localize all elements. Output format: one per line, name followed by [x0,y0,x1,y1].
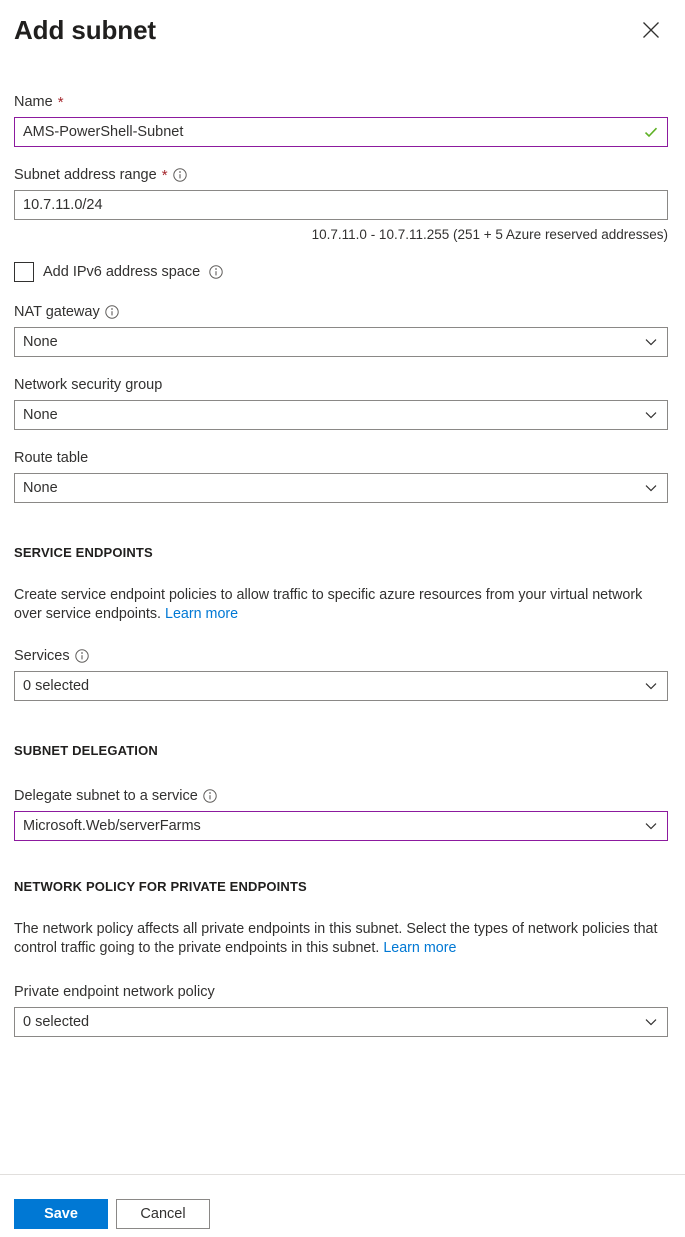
field-name: Name * AMS-PowerShell-Subnet [14,92,669,147]
footer-actions: Save Cancel [14,1199,210,1229]
delegate-subnet-value: Microsoft.Web/serverFarms [23,818,201,834]
info-icon[interactable] [209,265,223,279]
form-body: Name * AMS-PowerShell-Subnet Subnet addr… [0,92,685,1037]
name-label: Name * [14,92,669,112]
route-table-select[interactable]: None [14,473,668,503]
private-endpoint-policy-label-text: Private endpoint network policy [14,984,215,1000]
nat-gateway-label-text: NAT gateway [14,304,100,320]
delegate-subnet-select[interactable]: Microsoft.Web/serverFarms [14,811,668,841]
nat-gateway-select[interactable]: None [14,327,668,357]
network-security-group-label: Network security group [14,375,669,395]
close-icon [642,21,660,39]
nat-gateway-value: None [23,334,58,350]
add-ipv6-checkbox-row[interactable]: Add IPv6 address space [14,262,669,282]
info-icon[interactable] [74,649,89,663]
field-services: Services 0 selected [14,646,669,701]
field-address-range: Subnet address range * 10.7.11.0/24 10.7… [14,165,669,244]
address-range-input-value: 10.7.11.0/24 [23,197,103,213]
private-endpoint-policy-label: Private endpoint network policy [14,982,669,1002]
chevron-down-icon [643,407,659,423]
required-asterisk: * [57,94,64,111]
network-policy-description: The network policy affects all private e… [14,920,666,958]
service-endpoints-description: Create service endpoint policies to allo… [14,586,666,624]
learn-more-link-network-policy[interactable]: Learn more [383,940,456,956]
close-button[interactable] [635,14,667,46]
services-select[interactable]: 0 selected [14,671,668,701]
delegate-subnet-label-text: Delegate subnet to a service [14,788,198,804]
required-asterisk: * [161,167,168,184]
address-range-input[interactable]: 10.7.11.0/24 [14,190,668,220]
services-label: Services [14,646,669,666]
add-ipv6-label: Add IPv6 address space [43,264,201,280]
nat-gateway-label: NAT gateway [14,302,669,322]
network-security-group-label-text: Network security group [14,377,163,393]
add-subnet-blade: Add subnet Name * AMS-PowerShell-Subnet [0,0,685,1237]
address-range-label: Subnet address range * [14,165,669,185]
chevron-down-icon [643,818,659,834]
services-label-text: Services [14,648,70,664]
field-route-table: Route table None [14,448,669,503]
chevron-down-icon [643,678,659,694]
field-private-endpoint-policy: Private endpoint network policy 0 select… [14,982,669,1037]
save-button[interactable]: Save [14,1199,108,1229]
field-network-security-group: Network security group None [14,375,669,430]
cancel-button[interactable]: Cancel [116,1199,210,1229]
learn-more-link-service-endpoints[interactable]: Learn more [165,606,238,622]
address-range-label-text: Subnet address range [14,167,157,183]
valid-check-icon [643,124,659,140]
info-icon[interactable] [172,168,187,182]
section-heading-service-endpoints: SERVICE ENDPOINTS [14,545,153,560]
info-icon[interactable] [105,305,119,319]
route-table-value: None [23,480,58,496]
private-endpoint-policy-value: 0 selected [23,1014,90,1030]
section-heading-subnet-delegation: SUBNET DELEGATION [14,743,158,758]
info-icon[interactable] [203,789,217,803]
name-input-value: AMS-PowerShell-Subnet [23,124,184,140]
name-input[interactable]: AMS-PowerShell-Subnet [14,117,668,147]
chevron-down-icon [643,334,659,350]
add-ipv6-checkbox[interactable] [14,262,34,282]
service-endpoints-description-text: Create service endpoint policies to allo… [14,587,643,622]
delegate-subnet-label: Delegate subnet to a service [14,786,669,806]
address-range-helper-text: 10.7.11.0 - 10.7.11.255 (251 + 5 Azure r… [311,227,668,242]
services-value: 0 selected [23,678,90,694]
name-label-text: Name [14,94,53,110]
network-security-group-value: None [23,407,58,423]
section-heading-network-policy: NETWORK POLICY FOR PRIVATE ENDPOINTS [14,879,307,894]
private-endpoint-policy-select[interactable]: 0 selected [14,1007,668,1037]
route-table-label: Route table [14,448,669,468]
chevron-down-icon [643,480,659,496]
route-table-label-text: Route table [14,450,89,466]
chevron-down-icon [643,1014,659,1030]
network-policy-description-text: The network policy affects all private e… [14,921,658,956]
page-title: Add subnet [14,15,156,45]
field-nat-gateway: NAT gateway None [14,302,669,357]
blade-header: Add subnet [0,0,685,70]
network-security-group-select[interactable]: None [14,400,668,430]
field-delegate-subnet: Delegate subnet to a service Microsoft.W… [14,786,669,841]
footer-divider [0,1174,685,1175]
